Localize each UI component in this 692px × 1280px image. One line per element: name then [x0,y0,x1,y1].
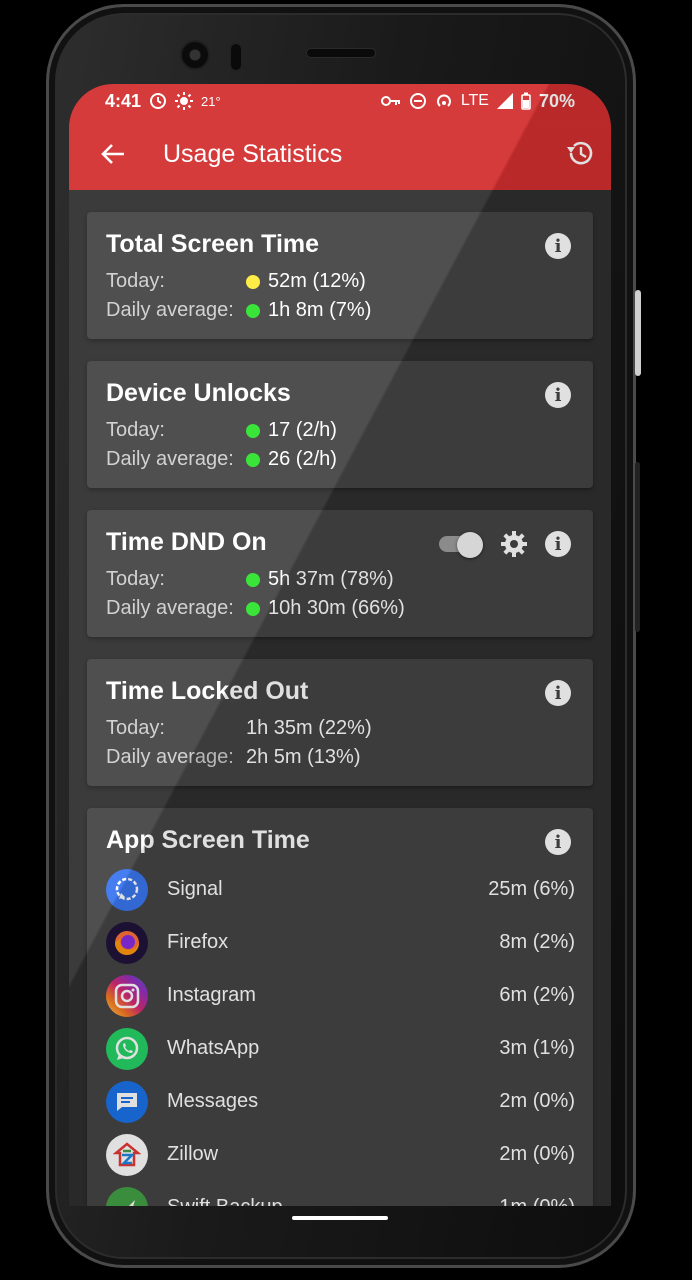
status-bar: 4:41 21° LTE 70% [69,84,611,118]
info-icon[interactable]: i [545,680,571,706]
card-total-screen-time[interactable]: Total Screen Time i Today: 52m (12%) Dai… [87,212,593,339]
card-title: App Screen Time [106,826,310,854]
back-arrow-icon[interactable] [93,141,133,167]
volume-button [635,462,640,632]
status-temperature: 21° [201,93,221,109]
today-label: Today: [106,419,165,441]
app-row-messages[interactable]: Messages 2m (0%) [106,1075,575,1128]
average-row: Daily average: 10h 30m (66%) [106,594,575,623]
status-dot-green [246,572,260,587]
screen: 4:41 21° LTE 70% Usage Statistics Total … [69,84,611,1206]
proximity-sensor [229,42,243,72]
today-value: 5h 37m (78%) [268,568,394,590]
info-icon[interactable]: i [545,829,571,855]
app-row-instagram[interactable]: Instagram 6m (2%) [106,969,575,1022]
app-name: Swift Backup [167,1196,499,1206]
average-row: Daily average: 2h 5m (13%) [106,743,575,772]
app-row-firefox[interactable]: Firefox 8m (2%) [106,916,575,969]
alarm-icon [150,93,167,109]
average-label: Daily average: [106,299,234,321]
info-icon[interactable]: i [545,531,571,557]
page-title: Usage Statistics [163,139,343,168]
today-row: Today: 17 (2/h) [106,416,575,445]
history-icon[interactable] [565,138,595,168]
app-name: Instagram [167,984,256,1006]
content-list: Total Screen Time i Today: 52m (12%) Dai… [87,212,593,1206]
status-dot-green [246,303,260,318]
instagram-icon [106,974,148,1017]
app-name: Signal [167,878,223,900]
today-row: Today: 52m (12%) [106,267,575,296]
app-time: 2m (0%) [499,1143,575,1165]
whatsapp-icon [106,1027,148,1070]
app-row-signal[interactable]: Signal 25m (6%) [106,863,575,916]
today-label: Today: [106,270,165,292]
swift-backup-icon [106,1186,148,1206]
dnd-toggle[interactable] [439,532,483,558]
dnd-icon [409,93,426,109]
average-value: 26 (2/h) [268,448,337,470]
app-time: 6m (2%) [499,984,575,1006]
card-app-screen-time[interactable]: App Screen Time i Signal 25m (6%) Firefo… [87,808,593,1206]
status-time: 4:41 [105,90,142,111]
status-dot-green [246,452,260,467]
status-dot-green [246,601,260,616]
status-dot-green [246,423,260,438]
signal-strength-icon [496,93,513,109]
status-network: LTE [460,92,489,109]
gesture-nav-bar[interactable] [292,1216,388,1220]
hotspot-icon [436,94,451,107]
app-name: WhatsApp [167,1037,260,1059]
app-name: Messages [167,1090,259,1112]
battery-icon [521,92,531,110]
today-label: Today: [106,568,165,590]
gear-icon[interactable] [499,529,529,559]
power-button [635,290,641,376]
average-label: Daily average: [106,448,234,470]
zillow-icon [106,1133,148,1176]
info-icon[interactable]: i [545,233,571,259]
today-label: Today: [106,717,165,739]
app-bar: Usage Statistics [69,118,611,190]
average-row: Daily average: 1h 8m (7%) [106,296,575,325]
app-row-swift-backup[interactable]: Swift Backup 1m (0%) [106,1181,575,1206]
app-time: 1m (0%) [499,1196,575,1206]
app-time: 2m (0%) [499,1090,575,1112]
average-row: Daily average: 26 (2/h) [106,445,575,474]
messages-icon [106,1080,148,1123]
average-label: Daily average: [106,746,234,768]
app-name: Zillow [167,1143,219,1165]
status-battery: 70% [538,90,575,111]
average-value: 1h 8m (7%) [268,299,372,321]
today-row: Today: 1h 35m (22%) [106,714,575,743]
app-time: 8m (2%) [499,931,575,953]
today-value: 17 (2/h) [268,419,337,441]
card-title: Device Unlocks [106,379,291,407]
card-device-unlocks[interactable]: Device Unlocks i Today: 17 (2/h) Daily a… [87,361,593,488]
firefox-icon [106,921,148,964]
app-row-zillow[interactable]: Zillow 2m (0%) [106,1128,575,1181]
vpn-key-icon [380,96,400,106]
app-name: Firefox [167,931,229,953]
today-value: 52m (12%) [268,270,366,292]
app-time: 3m (1%) [499,1037,575,1059]
status-dot-yellow [246,274,260,289]
card-title: Total Screen Time [106,230,320,258]
app-time: 25m (6%) [488,878,575,900]
today-row: Today: 5h 37m (78%) [106,565,575,594]
average-label: Daily average: [106,597,234,619]
card-title: Time Locked Out [106,677,309,705]
earpiece-speaker [306,48,376,58]
card-time-locked-out[interactable]: Time Locked Out i Today: 1h 35m (22%) Da… [87,659,593,786]
average-value: 2h 5m (13%) [246,746,361,768]
weather-sun-icon [175,92,194,110]
front-camera [180,40,210,70]
info-icon[interactable]: i [545,382,571,408]
today-value: 1h 35m (22%) [246,717,372,739]
average-value: 10h 30m (66%) [268,597,405,619]
card-time-dnd-on[interactable]: Time DND On i Today: 5h 37m (78%) Daily … [87,510,593,637]
app-row-whatsapp[interactable]: WhatsApp 3m (1%) [106,1022,575,1075]
signal-icon [106,868,148,911]
